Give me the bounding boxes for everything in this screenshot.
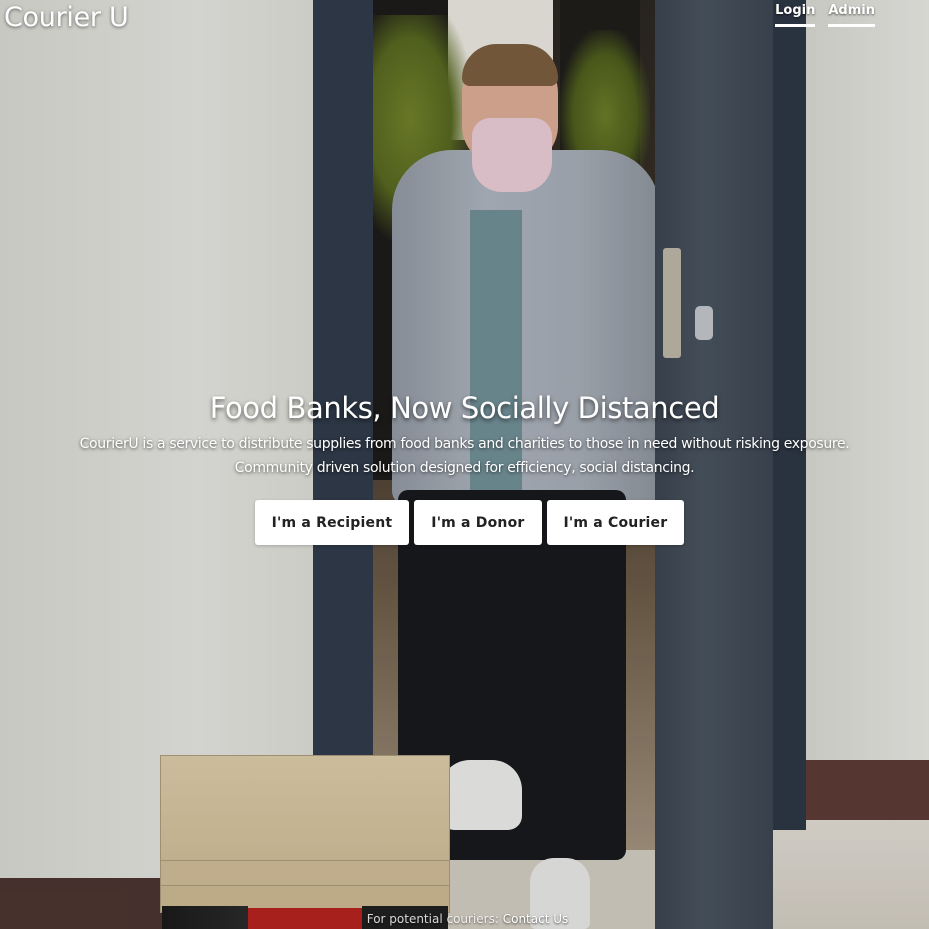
admin-link[interactable]: Admin [828,3,875,27]
landing-page: Courier U Login Admin Food Banks, Now So… [0,0,929,929]
hero-description-line-2: Community driven solution designed for e… [234,460,695,476]
footer-prefix: For potential couriers: [366,912,499,926]
hero-title: Food Banks, Now Socially Distanced [209,391,720,425]
hero-description: CourierU is a service to distribute supp… [65,432,865,480]
courier-button[interactable]: I'm a Courier [546,500,685,545]
role-button-group: I'm a Recipient I'm a Donor I'm a Courie… [0,500,929,545]
donor-button[interactable]: I'm a Donor [414,500,542,545]
brand-logo-link[interactable]: Courier U [4,0,129,36]
recipient-button[interactable]: I'm a Recipient [254,500,410,545]
footer-note: For potential couriers: Contact Us [0,910,929,928]
login-link[interactable]: Login [775,3,816,27]
contact-us-link[interactable]: Contact Us [503,912,569,926]
hero-section: Food Banks, Now Socially Distanced Couri… [0,388,929,480]
top-nav: Login Admin [775,3,875,27]
hero-description-line-1: CourierU is a service to distribute supp… [79,436,850,452]
